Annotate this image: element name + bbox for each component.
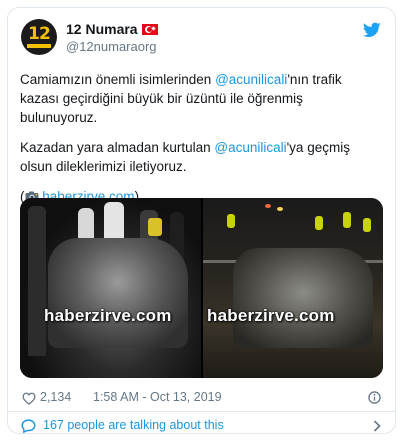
mention-link[interactable]: @acunilicali <box>214 140 286 155</box>
tweet-header: 12 12 Numara @12numaraorg <box>20 18 383 58</box>
crashed-car <box>48 238 188 348</box>
safety-vest <box>363 218 371 232</box>
bystander <box>28 206 46 356</box>
media-watermark-right: haberzirve.com <box>207 306 335 325</box>
speech-bubble-icon <box>21 419 36 433</box>
media-photo-right[interactable]: haberzirve.com <box>203 198 383 378</box>
tweet-text-segment: Kazadan yara almadan kurtulan <box>20 140 215 155</box>
author-handle[interactable]: @12numaraorg <box>66 38 158 55</box>
avatar-logo-band <box>27 44 51 48</box>
tweet-timestamp[interactable]: 1:58 AM - Oct 13, 2019 <box>93 390 222 404</box>
author-name-row: 12 Numara <box>66 20 158 38</box>
safety-vest <box>315 216 323 230</box>
conversation-link[interactable]: 167 people are talking about this <box>20 417 383 433</box>
tweet-media[interactable]: haberzirve.com haberzirve.com <box>20 198 383 378</box>
crashed-car <box>233 248 373 348</box>
divider <box>8 411 395 412</box>
safety-vest <box>343 212 351 228</box>
author-names: 12 Numara @12numaraorg <box>66 20 158 55</box>
media-watermark-left: haberzirve.com <box>44 306 172 325</box>
safety-vest <box>227 214 235 228</box>
tweet-paragraph-2: Kazadan yara almadan kurtulan @acunilica… <box>20 138 382 176</box>
turkey-flag-icon <box>141 24 158 35</box>
avatar[interactable]: 12 <box>21 19 57 55</box>
like-count[interactable]: 2,134 <box>40 390 71 404</box>
author-display-name[interactable]: 12 Numara <box>66 21 138 37</box>
safety-vest <box>148 218 162 236</box>
heart-icon[interactable] <box>22 392 36 405</box>
info-icon[interactable] <box>368 391 381 404</box>
emergency-light <box>265 204 271 208</box>
conversation-text[interactable]: 167 people are talking about this <box>43 418 224 432</box>
media-photo-left[interactable]: haberzirve.com <box>20 198 201 378</box>
tweet-text: Camiamızın önemli isimlerinden @acunilic… <box>20 70 382 217</box>
tweet-text-segment: Camiamızın önemli isimlerinden <box>20 72 216 87</box>
avatar-logo-text: 12 <box>28 24 51 44</box>
chevron-right-icon[interactable] <box>373 420 381 432</box>
tweet-meta: 2,134 1:58 AM - Oct 13, 2019 <box>20 389 383 407</box>
mention-link[interactable]: @acunilicali <box>215 72 287 87</box>
tweet-paragraph-1: Camiamızın önemli isimlerinden @acunilic… <box>20 70 382 127</box>
emergency-light <box>277 207 283 211</box>
tweet-card: 12 12 Numara @12numaraorg Camiamızın öne… <box>7 7 396 434</box>
twitter-bird-icon[interactable] <box>363 22 381 38</box>
